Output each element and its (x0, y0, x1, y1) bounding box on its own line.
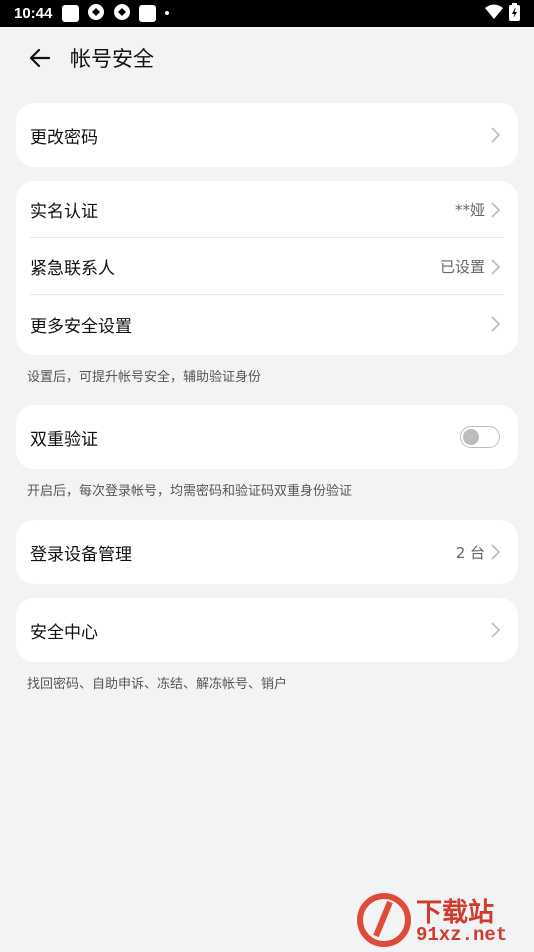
toggle-knob (463, 429, 479, 445)
chevron-right-icon (491, 544, 500, 560)
emergency-contact-item[interactable]: 紧急联系人 已设置 (16, 238, 518, 295)
app-header: 帐号安全 (0, 27, 534, 89)
chevron-right-icon (491, 622, 500, 638)
status-bar: 10:44 • (0, 0, 534, 27)
emergency-contact-label: 紧急联系人 (30, 259, 115, 279)
password-card: 更改密码 (16, 103, 518, 167)
two-factor-card: 双重验证 (16, 405, 518, 469)
security-center-note: 找回密码、自助申诉、冻结、解冻帐号、销户 (27, 677, 288, 692)
two-factor-label: 双重验证 (30, 429, 98, 450)
change-password-label: 更改密码 (30, 127, 98, 148)
identity-note: 设置后，可提升帐号安全，辅助验证身份 (27, 370, 262, 385)
chevron-right-icon (491, 316, 500, 332)
two-factor-toggle[interactable] (460, 426, 500, 448)
status-time: 10:44 (14, 5, 53, 22)
back-button[interactable] (26, 44, 54, 72)
wifi-icon (485, 4, 503, 24)
chevron-right-icon (491, 258, 500, 275)
real-name-label: 实名认证 (30, 202, 98, 222)
emergency-contact-value: 已设置 (439, 258, 485, 276)
more-security-settings-label: 更多安全设置 (30, 316, 132, 337)
two-factor-item: 双重验证 (16, 405, 518, 469)
real-name-value: **娅 (454, 201, 485, 219)
app-notification-icon (139, 5, 157, 22)
security-center-card: 安全中心 (16, 598, 518, 662)
devices-card: 登录设备管理 2 台 (16, 520, 518, 584)
watermark-domain: 91xz.net (416, 924, 508, 946)
back-arrow-icon (29, 48, 51, 68)
device-count-value: 2 台 (455, 543, 485, 562)
device-management-label: 登录设备管理 (30, 544, 132, 565)
more-notifications-dot: • (164, 5, 170, 22)
change-password-item[interactable]: 更改密码 (16, 103, 518, 167)
sync-icon (87, 3, 105, 25)
identity-card: 实名认证 **娅 紧急联系人 已设置 更多安全设置 (16, 181, 518, 355)
chevron-right-icon (491, 201, 500, 218)
notification-icon (62, 5, 80, 22)
chevron-right-icon (491, 127, 500, 143)
watermark-logo: 下载站 91xz.net (356, 892, 526, 948)
security-center-item[interactable]: 安全中心 (16, 598, 518, 662)
real-name-item[interactable]: 实名认证 **娅 (16, 181, 518, 238)
two-factor-note: 开启后，每次登录帐号，均需密码和验证码双重身份验证 (27, 484, 353, 499)
more-security-settings-item[interactable]: 更多安全设置 (16, 295, 518, 353)
page-title: 帐号安全 (70, 47, 154, 71)
sync-icon-2 (113, 3, 131, 25)
security-center-label: 安全中心 (30, 622, 98, 643)
device-management-item[interactable]: 登录设备管理 2 台 (16, 520, 518, 584)
battery-icon (509, 2, 520, 25)
